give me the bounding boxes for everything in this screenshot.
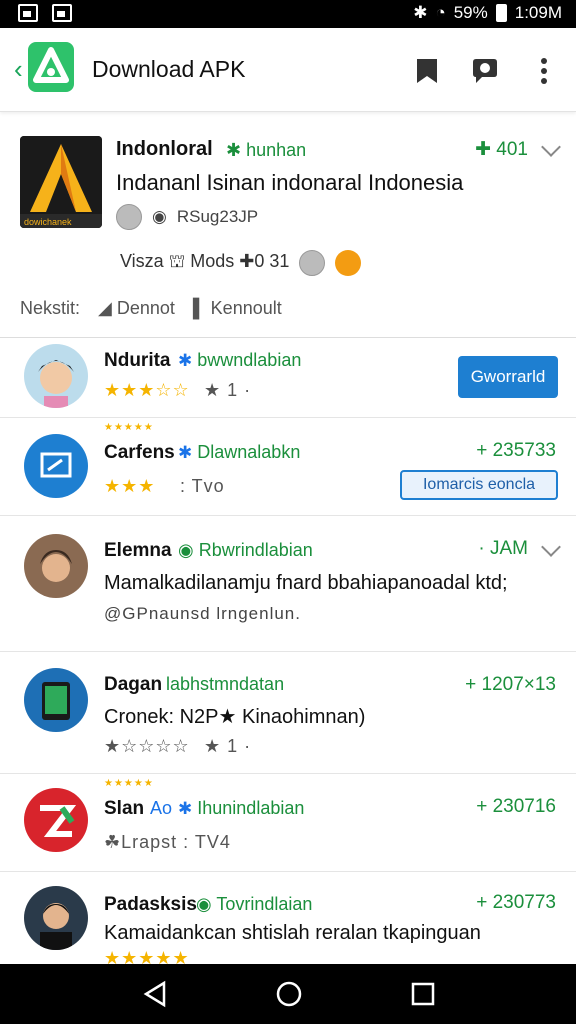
expand-chevron-icon[interactable] [541, 537, 561, 557]
featured-app-image: dowichanek [20, 136, 102, 228]
page-title: Download APK [92, 56, 246, 82]
app-tag-label: Tovrindlaian [216, 894, 313, 914]
app-tag: ✱ bwwndlabian [178, 350, 301, 371]
app-tag-label: Rbwrindlabian [198, 540, 313, 560]
recents-nav-icon[interactable] [410, 980, 436, 1008]
clock: 1:09M [514, 3, 562, 22]
app-avatar [24, 344, 88, 408]
app-name: Ndurita [104, 350, 171, 371]
featured-download-count: ✚ 401 [475, 139, 528, 160]
app-avatar [24, 668, 88, 732]
featured-app-name: Indonloral [116, 138, 213, 160]
verified-icon: ✱ [178, 351, 193, 370]
app-avatar [24, 886, 88, 950]
app-tag-label: bwwndlabian [197, 350, 302, 370]
app-description: Cronek: N2P★ Kinaohimnan) [104, 706, 366, 728]
back-nav-icon[interactable] [142, 980, 168, 1008]
user-avatar [299, 250, 326, 276]
app-meta: ★ 1 · [204, 736, 252, 756]
home-nav-icon[interactable] [275, 980, 303, 1008]
rating-stars: ★☆☆☆☆ [104, 736, 190, 756]
app-meta: ☘Lrapst : TV4 [104, 832, 231, 852]
app-tag: ✱ Dlawnalabkn [178, 442, 300, 463]
list-item[interactable]: Ndurita ✱ bwwndlabian ★★★☆☆ ★ 1 · Gworra… [0, 338, 576, 418]
list-item[interactable]: Elemna ◉ Rbwrindlabian · JAM Mamalkadila… [0, 516, 576, 652]
filter-dennot[interactable]: ◢ Dennot [98, 298, 175, 319]
list-item[interactable]: Padasksis ◉ Tovrindlaian + 230773 Kamaid… [0, 872, 576, 968]
system-nav-bar [0, 964, 576, 1024]
app-badge: Ao [150, 798, 173, 818]
rating-stars: ★★★ [104, 476, 156, 496]
app-avatar [24, 534, 88, 598]
status-bar: ✱ ◔ 59% 1:09M [0, 0, 576, 28]
app-avatar [24, 434, 88, 498]
battery-label: 59% [453, 3, 488, 22]
bluetooth-icon: ✱ [413, 3, 428, 22]
app-description: Kamaidankcan shtislah reralan tkapinguan [104, 922, 481, 944]
battery-icon [495, 4, 507, 22]
author-avatar [116, 204, 142, 230]
chat-icon[interactable] [470, 56, 500, 86]
app-name: Slan [104, 798, 145, 819]
verified-icon: ✱ [178, 799, 193, 818]
download-button[interactable]: Gworrarld [458, 356, 558, 398]
app-tag: labhstmndatan [166, 674, 285, 694]
wifi-icon: ◔ [435, 3, 446, 22]
more-icon[interactable] [532, 56, 562, 86]
globe-icon: ◉ [152, 207, 167, 226]
list-item[interactable]: Dagan labhstmndatan + 1207×13 Cronek: N2… [0, 652, 576, 774]
featured-stats: Visza ⛫ Mods ✚0 31 [120, 250, 362, 276]
app-meta: ★ 1 · [204, 380, 252, 400]
app-name: Dagan [104, 674, 163, 695]
app-tag-label: Dlawnalabkn [197, 442, 301, 462]
app-meta: : Tvo [180, 476, 225, 496]
emoji-icon [335, 250, 362, 276]
back-icon[interactable]: ‹ [14, 54, 23, 85]
filter-bar: Nekstit: ◢ Dennot ▌ Kennoult [20, 298, 282, 319]
featured-logo-caption: dowichanek [24, 217, 72, 227]
app-name: Padasksis [104, 894, 197, 915]
filter-kennoult[interactable]: ▌ Kennoult [193, 298, 282, 319]
filter-label: Nekstit: [20, 298, 81, 318]
app-tag: ◉ Rbwrindlabian [178, 540, 313, 560]
bookmark-icon[interactable] [412, 56, 442, 86]
download-count: + 230716 [476, 796, 556, 817]
featured-description: Indananl Isinan indonaral Indonesia [116, 170, 464, 195]
download-count: · JAM [478, 538, 528, 559]
app-tag: ◉ Tovrindlaian [196, 894, 313, 914]
featured-meta: ◉ RSug23JP [116, 204, 258, 230]
featured-app-card[interactable]: dowichanek Indonloral ✱ hunhan ✚ 401 Ind… [0, 112, 576, 338]
download-count: + 230773 [476, 892, 556, 913]
app-avatar [24, 788, 88, 852]
top-rating-stars: ★★★★★ [104, 422, 154, 433]
app-name: Elemna [104, 540, 172, 561]
download-count: + 235733 [476, 440, 556, 461]
featured-verified-label: hunhan [246, 140, 307, 160]
featured-verified-tag: ✱ hunhan [226, 140, 307, 160]
photo-icon [52, 4, 72, 22]
app-name: Carfens [104, 442, 175, 463]
app-tag: ✱ Ihunindlabian [178, 798, 304, 819]
download-count: + 1207×13 [465, 674, 556, 695]
app-bar: ‹ Download APK [0, 28, 576, 112]
featured-meta-id: RSug23JP [176, 207, 259, 226]
verified-icon: ✱ [178, 443, 193, 462]
filter-dennot-label: Dennot [116, 298, 175, 318]
list-item[interactable]: ★★★★★ Carfens ✱ Dlawnalabkn + 235733 ★★★… [0, 418, 576, 516]
app-logo[interactable] [28, 42, 74, 92]
featured-stats-text: Visza ⛫ Mods ✚0 31 [120, 251, 290, 271]
featured-expand-chevron-icon[interactable] [541, 137, 561, 157]
app-tag-label: Ihunindlabian [197, 798, 305, 818]
app-description: Mamalkadilanamju fnard bbahiapanoadal kt… [104, 572, 508, 594]
filter-kennoult-label: Kennoult [210, 298, 282, 318]
rating-stars: ★★★☆☆ [104, 380, 190, 400]
install-button[interactable]: Iomarcis eoncla [400, 470, 558, 500]
top-rating-stars: ★★★★★ [104, 778, 154, 789]
list-item[interactable]: ★★★★★ Slan Ao ✱ Ihunindlabian + 230716 ☘… [0, 774, 576, 872]
app-meta: @GPnaunsd lrngenlun. [104, 604, 301, 623]
gallery-icon [18, 4, 38, 22]
